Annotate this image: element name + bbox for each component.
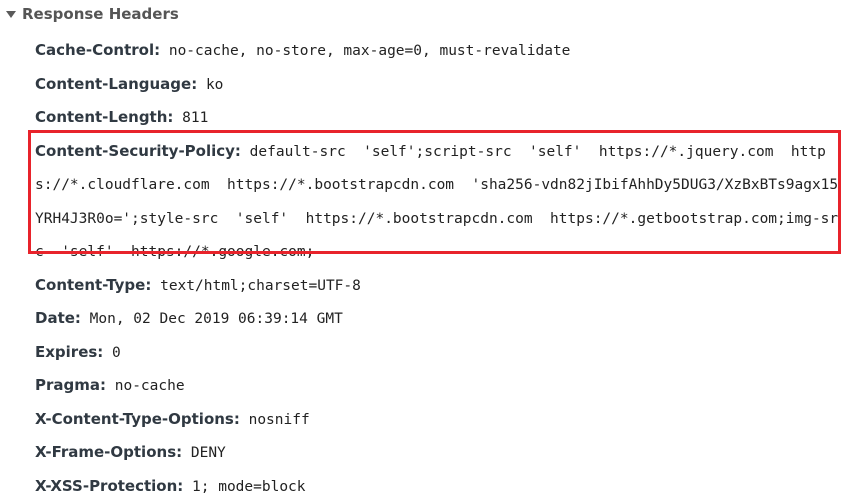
header-value: 1; mode=block: [183, 479, 305, 495]
header-row-date: Date: Mon, 02 Dec 2019 06:39:14 GMT: [35, 302, 841, 336]
header-row-content-length: Content-Length: 811: [35, 101, 841, 135]
header-row-cache-control: Cache-Control: no-cache, no-store, max-a…: [35, 34, 841, 68]
header-row-x-xss-protection: X-XSS-Protection: 1; mode=block: [35, 470, 841, 503]
header-value: DENY: [182, 445, 226, 461]
header-row-pragma: Pragma: no-cache: [35, 369, 841, 403]
header-value: no-cache, no-store, max-age=0, must-reva…: [160, 43, 570, 59]
header-name: Pragma:: [35, 376, 106, 394]
header-name: Expires:: [35, 343, 103, 361]
section-title: Response Headers: [22, 5, 179, 23]
header-name: Date:: [35, 309, 81, 327]
header-row-content-type: Content-Type: text/html;charset=UTF-8: [35, 269, 841, 303]
header-row-expires: Expires: 0: [35, 336, 841, 370]
header-name: X-Content-Type-Options:: [35, 410, 240, 428]
header-name: Content-Security-Policy:: [35, 142, 241, 160]
header-name: X-XSS-Protection:: [35, 477, 183, 495]
header-value: nosniff: [240, 412, 310, 428]
header-row-content-language: Content-Language: ko: [35, 68, 841, 102]
header-name: Content-Length:: [35, 108, 173, 126]
header-value: no-cache: [106, 378, 185, 394]
header-row-content-security-policy: Content-Security-Policy: default-src 'se…: [35, 135, 841, 269]
header-value: default-src 'self';script-src 'self' htt…: [35, 144, 838, 261]
header-row-x-frame-options: X-Frame-Options: DENY: [35, 436, 841, 470]
header-name: Content-Type:: [35, 276, 151, 294]
header-value: 811: [173, 110, 208, 126]
header-value: text/html;charset=UTF-8: [151, 278, 361, 294]
header-name: Cache-Control:: [35, 41, 160, 59]
header-name: Content-Language:: [35, 75, 197, 93]
header-row-x-content-type-options: X-Content-Type-Options: nosniff: [35, 403, 841, 437]
header-value: Mon, 02 Dec 2019 06:39:14 GMT: [81, 311, 343, 327]
header-value: 0: [103, 345, 120, 361]
response-headers-toggle[interactable]: Response Headers: [6, 3, 179, 25]
header-value: ko: [197, 77, 223, 93]
expand-triangle-icon[interactable]: [6, 11, 16, 18]
headers-list: Cache-Control: no-cache, no-store, max-a…: [35, 34, 841, 503]
header-name: X-Frame-Options:: [35, 443, 182, 461]
